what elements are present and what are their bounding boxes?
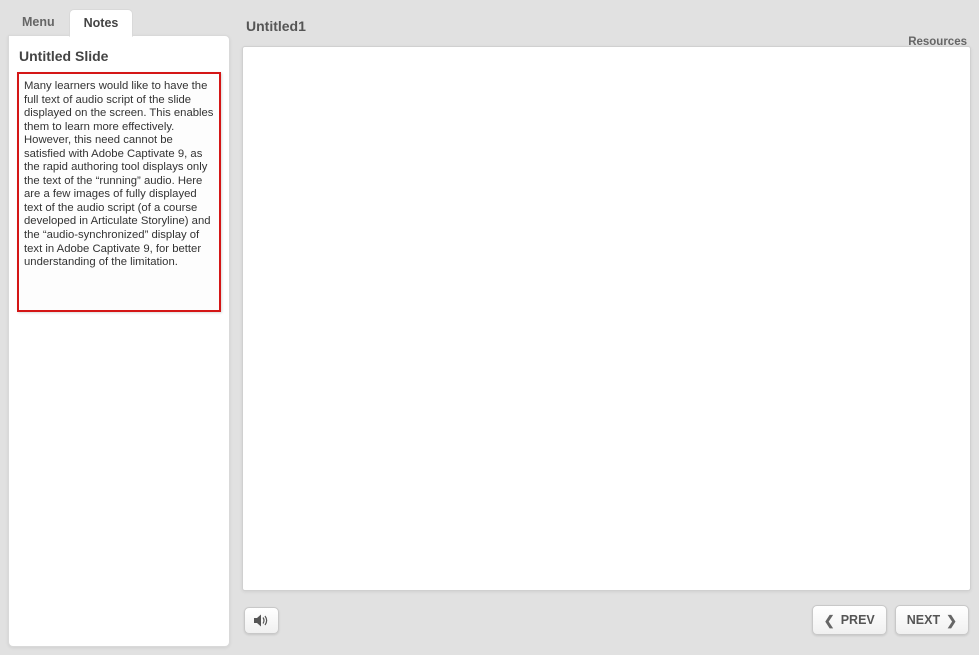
volume-icon bbox=[254, 614, 269, 627]
next-label: NEXT bbox=[907, 613, 940, 627]
tab-menu-label: Menu bbox=[22, 15, 55, 29]
audio-button[interactable] bbox=[244, 607, 279, 634]
resources-label: Resources bbox=[908, 36, 967, 48]
slide-stage bbox=[242, 46, 971, 591]
page-title: Untitled1 bbox=[246, 18, 306, 34]
chevron-left-icon: ❮ bbox=[824, 614, 835, 627]
main-header: Untitled1 Resources bbox=[242, 8, 971, 36]
main-area: Untitled1 Resources ❮ PREV bbox=[242, 8, 971, 647]
nav-buttons: ❮ PREV NEXT ❯ bbox=[812, 605, 969, 635]
tab-notes[interactable]: Notes bbox=[69, 9, 134, 37]
sidebar: Menu Notes Untitled Slide Many learners … bbox=[8, 8, 230, 647]
prev-button[interactable]: ❮ PREV bbox=[812, 605, 887, 635]
app-root: Menu Notes Untitled Slide Many learners … bbox=[0, 0, 979, 655]
slide-title: Untitled Slide bbox=[17, 44, 221, 72]
next-button[interactable]: NEXT ❯ bbox=[895, 605, 969, 635]
sidebar-panel: Untitled Slide Many learners would like … bbox=[8, 35, 230, 647]
tab-menu[interactable]: Menu bbox=[8, 9, 69, 37]
prev-label: PREV bbox=[841, 613, 875, 627]
resources-link[interactable]: Resources bbox=[908, 36, 967, 48]
notes-text-box: Many learners would like to have the ful… bbox=[17, 72, 221, 312]
chevron-right-icon: ❯ bbox=[946, 614, 957, 627]
sidebar-tabs: Menu Notes bbox=[8, 8, 230, 36]
tab-notes-label: Notes bbox=[84, 16, 119, 30]
player-controls: ❮ PREV NEXT ❯ bbox=[242, 605, 971, 635]
